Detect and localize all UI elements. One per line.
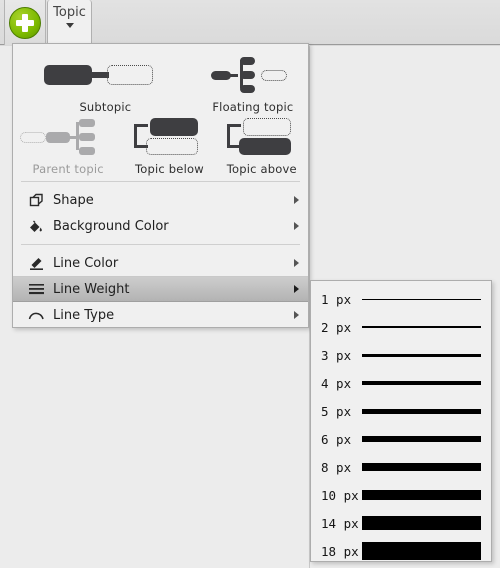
add-topic-button[interactable] <box>4 0 46 45</box>
caret-down-icon <box>65 23 74 28</box>
submenu-item-label: 3 px <box>321 347 352 363</box>
gallery-item-label: Parent topic <box>32 162 104 176</box>
topic-gallery: Subtopic Floating topic Parent topic Top… <box>13 44 308 176</box>
line-weight-swatch <box>362 298 481 300</box>
submenu-item[interactable]: 3 px <box>311 341 491 369</box>
menu-item-label: Line Weight <box>53 281 130 297</box>
topic-above-icon <box>223 114 301 160</box>
line-weight-swatch <box>362 542 481 560</box>
line-weight-swatch <box>362 463 481 471</box>
submenu-item-label: 4 px <box>321 375 352 391</box>
tab-topic[interactable]: Topic <box>47 0 92 44</box>
submenu-item-label: 6 px <box>321 431 352 447</box>
menu-item-background-color[interactable]: Background Color <box>13 213 308 239</box>
gallery-item-label: Topic above <box>226 162 297 176</box>
line-weight-swatch <box>362 516 481 530</box>
paint-bucket-icon <box>23 219 49 234</box>
menu-item-shape[interactable]: Shape <box>13 187 308 213</box>
submenu-item-label: 1 px <box>321 291 352 307</box>
line-weight-submenu[interactable]: 1 px 2 px 3 px 4 px 5 px 6 px 8 px 10 px… <box>310 280 492 562</box>
gallery-item-parent-topic: Parent topic <box>13 114 123 176</box>
submenu-item[interactable]: 14 px <box>311 509 491 537</box>
line-weight-swatch <box>362 353 481 357</box>
submenu-item[interactable]: 10 px <box>311 481 491 509</box>
menu-separator <box>21 181 300 182</box>
submenu-item[interactable]: 4 px <box>311 369 491 397</box>
gallery-item-topic-below[interactable]: Topic below <box>123 114 215 176</box>
chevron-right-icon <box>294 222 299 230</box>
chevron-right-icon <box>294 196 299 204</box>
chevron-right-icon <box>294 259 299 267</box>
line-weight-icon <box>23 282 49 296</box>
submenu-item[interactable]: 2 px <box>311 313 491 341</box>
line-curve-icon <box>23 308 49 322</box>
floating-topic-icon <box>205 52 301 98</box>
menu-item-label: Line Color <box>53 255 119 271</box>
gallery-item-floating-topic[interactable]: Floating topic <box>198 52 308 114</box>
plus-circle-icon <box>9 6 41 39</box>
chevron-right-icon <box>294 285 299 293</box>
topic-below-icon <box>130 114 208 160</box>
line-weight-swatch <box>362 490 481 500</box>
menu-separator <box>21 244 300 245</box>
menu-item-line-weight[interactable]: Line Weight <box>13 276 308 302</box>
submenu-item[interactable]: 6 px <box>311 425 491 453</box>
shape-cube-icon <box>23 193 49 208</box>
gallery-item-label: Topic below <box>135 162 204 176</box>
topic-dropdown-menu[interactable]: Subtopic Floating topic Parent topic Top… <box>12 43 309 328</box>
gallery-row-1: Subtopic Floating topic <box>13 52 308 114</box>
gallery-item-topic-above[interactable]: Topic above <box>216 114 308 176</box>
submenu-item-label: 10 px <box>321 487 359 503</box>
menu-item-label: Background Color <box>53 218 169 234</box>
submenu-item[interactable]: 1 px <box>311 285 491 313</box>
submenu-item[interactable]: 8 px <box>311 453 491 481</box>
submenu-item[interactable]: 5 px <box>311 397 491 425</box>
line-weight-swatch <box>362 436 481 442</box>
submenu-item-label: 5 px <box>321 403 352 419</box>
app-window: Topic Subtopic Floating topic Parent top… <box>0 0 500 568</box>
pen-underline-icon <box>23 256 49 271</box>
gallery-row-2: Parent topic Topic below Topic above <box>13 114 308 176</box>
subtopic-icon <box>44 52 166 98</box>
tab-topic-label: Topic <box>53 5 86 20</box>
line-weight-swatch <box>362 326 481 328</box>
menu-item-label: Shape <box>53 192 94 208</box>
gallery-item-label: Subtopic <box>79 100 132 114</box>
parent-topic-icon <box>20 114 116 160</box>
submenu-item-label: 18 px <box>321 543 359 559</box>
menu-item-line-type[interactable]: Line Type <box>13 302 308 328</box>
chevron-right-icon <box>294 311 299 319</box>
submenu-item-label: 8 px <box>321 459 352 475</box>
gallery-item-label: Floating topic <box>212 100 294 114</box>
line-weight-swatch <box>362 408 481 414</box>
menu-item-label: Line Type <box>53 307 115 323</box>
submenu-item[interactable]: 18 px <box>311 537 491 565</box>
submenu-item-label: 2 px <box>321 319 352 335</box>
line-weight-swatch <box>362 381 481 385</box>
gallery-item-subtopic[interactable]: Subtopic <box>13 52 198 114</box>
menu-item-line-color[interactable]: Line Color <box>13 250 308 276</box>
submenu-item-label: 14 px <box>321 515 359 531</box>
